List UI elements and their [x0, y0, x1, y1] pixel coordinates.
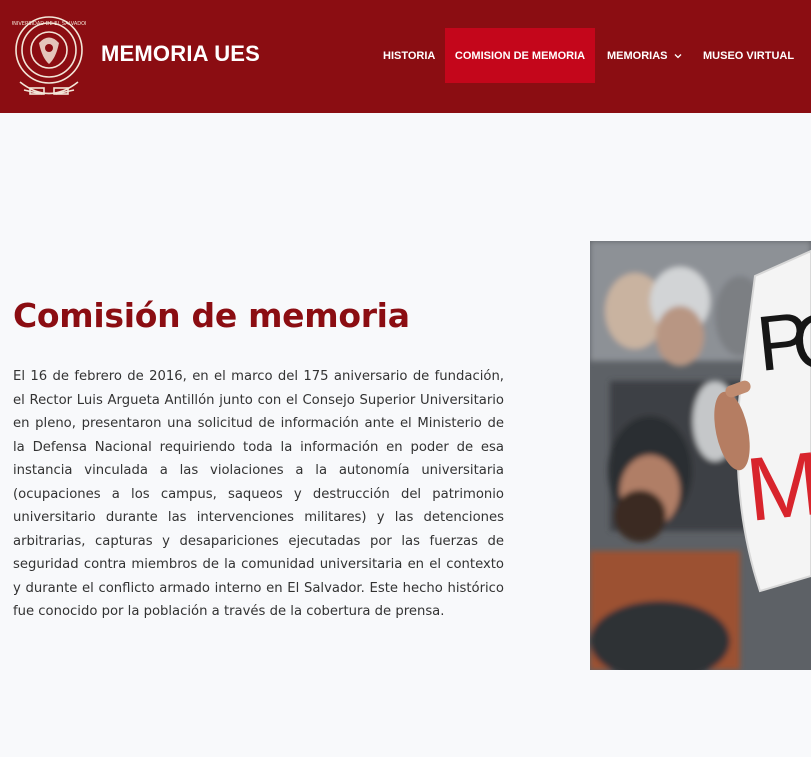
svg-text:UNIVERSIDAD DE EL SALVADOR: UNIVERSIDAD DE EL SALVADOR: [12, 21, 86, 27]
chevron-down-icon: [674, 53, 681, 58]
university-seal-icon[interactable]: UNIVERSIDAD DE EL SALVADOR: [12, 10, 86, 102]
site-header: UNIVERSIDAD DE EL SALVADOR MEMORIA UES H…: [0, 0, 811, 113]
nav-memorias-label: MEMORIAS: [607, 49, 668, 62]
nav-historia[interactable]: HISTORIA: [383, 28, 435, 83]
nav-memorias[interactable]: MEMORIAS: [607, 28, 682, 83]
intro-paragraph: El 16 de febrero de 2016, en el marco de…: [13, 369, 504, 619]
page-title: Comisión de memoria: [13, 296, 410, 335]
svg-text:M: M: [742, 434, 811, 541]
nav-comision-de-memoria[interactable]: COMISION DE MEMORIA: [445, 28, 595, 83]
protest-photo: P O M: [590, 241, 811, 670]
protest-photo-illustration: P O M: [590, 241, 811, 670]
nav-museo-virtual[interactable]: MUSEO VIRTUAL: [703, 28, 794, 83]
site-brand[interactable]: MEMORIA UES: [101, 41, 260, 67]
